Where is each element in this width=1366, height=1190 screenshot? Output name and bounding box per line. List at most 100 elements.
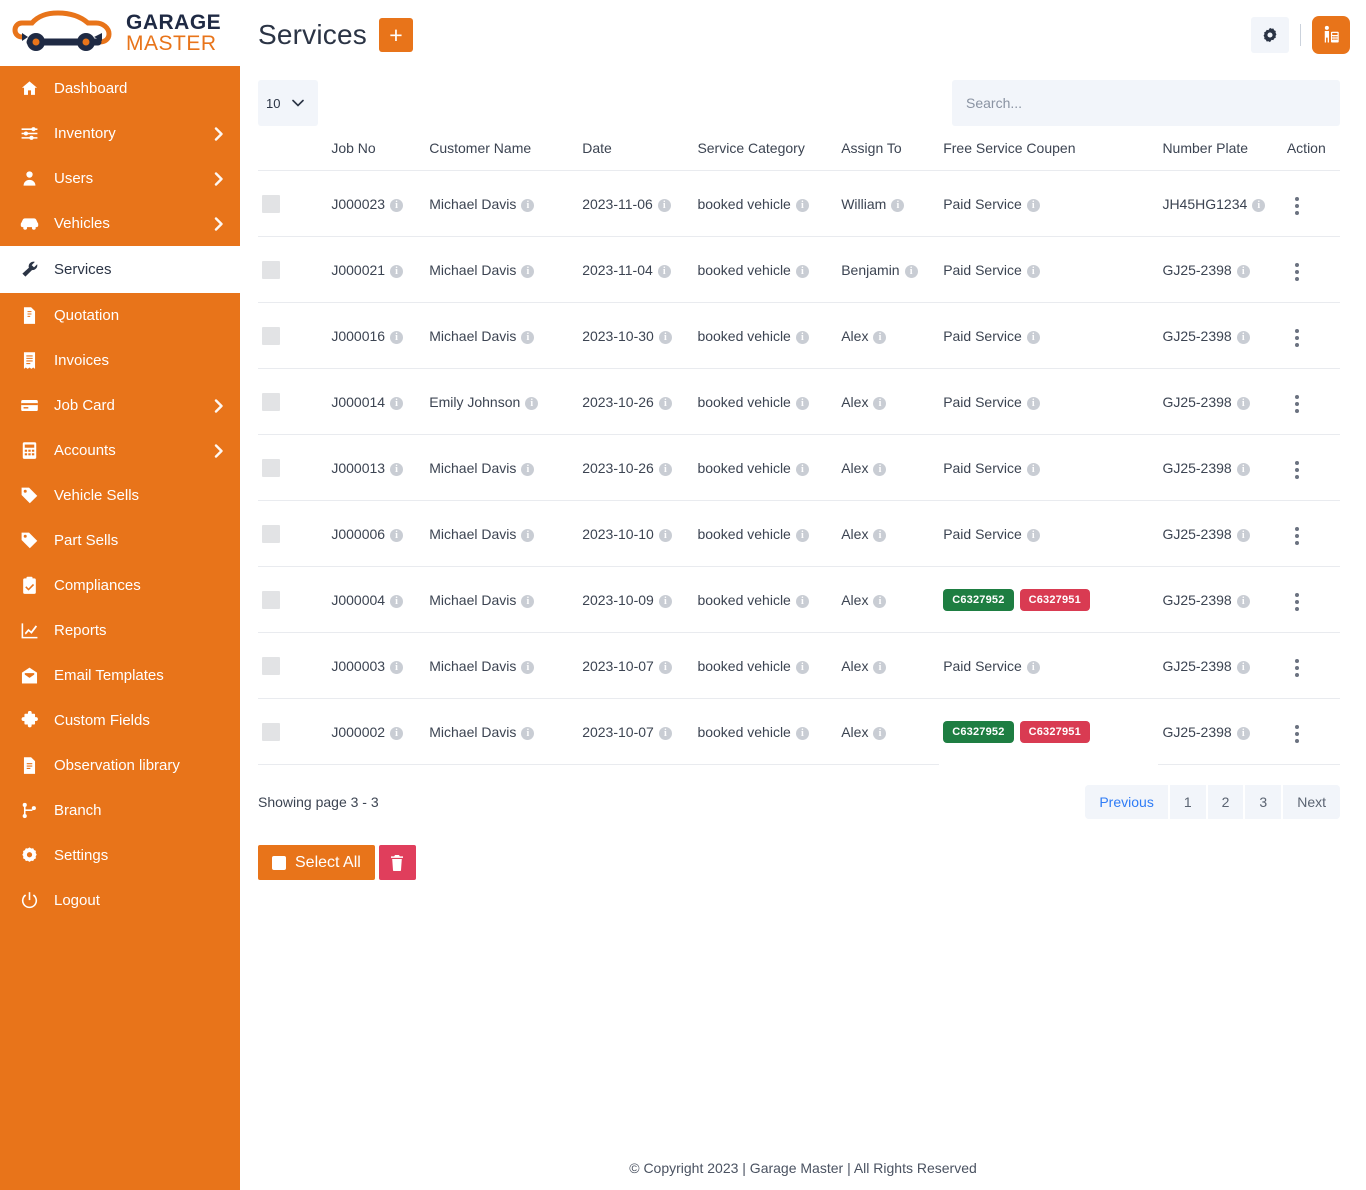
sidebar-item-part-sells[interactable]: Part Sells [0,518,240,563]
info-icon[interactable]: i [521,726,535,740]
info-icon[interactable]: i [1026,264,1040,278]
table-row[interactable]: J000004 i Michael Davis i 2023-10-09 i booked … [258,566,1340,633]
info-icon[interactable]: i [390,330,404,344]
sidebar-item-inventory[interactable]: Inventory [0,111,240,156]
info-icon[interactable]: i [873,726,887,740]
info-icon[interactable]: i [658,396,672,410]
info-icon[interactable]: i [873,660,887,674]
add-service-button[interactable]: + [378,18,413,52]
pagination-previous[interactable]: Previous [1085,785,1168,819]
info-icon[interactable]: i [390,528,404,542]
info-icon[interactable]: i [390,594,404,608]
row-actions-button[interactable] [1287,391,1307,417]
sidebar-item-reports[interactable]: Reports [0,608,240,653]
info-icon[interactable]: i [1236,726,1250,740]
row-checkbox[interactable] [262,656,280,675]
sidebar-item-vehicles[interactable]: Vehicles [0,201,240,246]
info-icon[interactable]: i [1252,198,1266,212]
info-icon[interactable]: i [390,462,404,476]
table-row[interactable]: J000023 i Michael Davis i 2023-11-06 i booked … [258,170,1340,237]
sidebar-item-vehicle-sells[interactable]: Vehicle Sells [0,473,240,518]
info-icon[interactable]: i [1236,462,1250,476]
row-actions-button[interactable] [1287,655,1307,681]
row-actions-button[interactable] [1287,193,1307,219]
sidebar-item-invoices[interactable]: Invoices [0,338,240,383]
info-icon[interactable]: i [1236,330,1250,344]
info-icon[interactable]: i [873,528,887,542]
info-icon[interactable]: i [795,264,809,278]
info-icon[interactable]: i [1026,396,1040,410]
brand-logo[interactable]: GARAGE MASTER [0,0,240,66]
info-icon[interactable]: i [658,528,672,542]
sidebar-item-email-templates[interactable]: Email Templates [0,653,240,698]
info-icon[interactable]: i [390,396,404,410]
select-all-checkbox[interactable] [272,855,286,870]
info-icon[interactable]: i [1026,660,1040,674]
info-icon[interactable]: i [1026,198,1040,212]
table-row[interactable]: J000003 i Michael Davis i 2023-10-07 i booked … [258,632,1340,699]
col-assign-to[interactable]: Assign To [837,134,940,171]
table-row[interactable]: J000014 i Emily Johnson i 2023-10-26 i booked … [258,368,1340,435]
row-actions-button[interactable] [1287,259,1307,285]
table-row[interactable]: J000021 i Michael Davis i 2023-11-04 i booked … [258,236,1340,303]
row-actions-button[interactable] [1287,721,1307,747]
sidebar-item-accounts[interactable]: Accounts [0,428,240,473]
info-icon[interactable]: i [873,462,887,476]
pagination-page-2[interactable]: 2 [1205,785,1244,819]
info-icon[interactable]: i [795,528,809,542]
pagination-page-1[interactable]: 1 [1167,785,1206,819]
col-date[interactable]: Date [578,134,694,171]
info-icon[interactable]: i [795,660,809,674]
info-icon[interactable]: i [657,264,671,278]
coupon-badge[interactable]: C6327952 [943,720,1014,743]
info-icon[interactable]: i [873,594,887,608]
info-icon[interactable]: i [658,660,672,674]
info-icon[interactable]: i [390,264,404,278]
sidebar-item-quotation[interactable]: Quotation [0,293,240,338]
row-checkbox[interactable] [262,260,280,279]
pagination-page-3[interactable]: 3 [1243,785,1282,819]
row-checkbox[interactable] [262,590,280,609]
info-icon[interactable]: i [1026,330,1040,344]
sidebar-item-branch[interactable]: Branch [0,788,240,833]
coupon-badge[interactable]: C6327952 [943,588,1014,611]
info-icon[interactable]: i [521,462,535,476]
info-icon[interactable]: i [521,330,535,344]
info-icon[interactable]: i [521,264,535,278]
coupon-badge[interactable]: C6327951 [1019,720,1090,743]
info-icon[interactable]: i [658,330,672,344]
col-service-category[interactable]: Service Category [693,134,838,171]
page-length-select[interactable]: 10 [258,80,318,126]
info-icon[interactable]: i [1236,396,1250,410]
info-icon[interactable]: i [658,726,672,740]
info-icon[interactable]: i [795,396,809,410]
info-icon[interactable]: i [521,198,535,212]
row-checkbox[interactable] [262,326,280,345]
sidebar-item-compliances[interactable]: Compliances [0,563,240,608]
profile-button[interactable] [1312,16,1350,54]
info-icon[interactable]: i [657,198,671,212]
table-row[interactable]: J000016 i Michael Davis i 2023-10-30 i booked … [258,302,1340,369]
info-icon[interactable]: i [521,594,535,608]
info-icon[interactable]: i [795,594,809,608]
info-icon[interactable]: i [1236,660,1250,674]
info-icon[interactable]: i [1026,462,1040,476]
row-actions-button[interactable] [1287,457,1307,483]
coupon-badge[interactable]: C6327951 [1019,588,1090,611]
info-icon[interactable]: i [1236,594,1250,608]
info-icon[interactable]: i [390,726,404,740]
sidebar-item-services[interactable]: Services [0,246,240,293]
row-checkbox[interactable] [262,722,280,741]
settings-button[interactable] [1251,17,1289,53]
info-icon[interactable]: i [1026,528,1040,542]
table-row[interactable]: J000006 i Michael Davis i 2023-10-10 i booked … [258,500,1340,567]
sidebar-item-observation-library[interactable]: Observation library [0,743,240,788]
sidebar-item-job-card[interactable]: Job Card [0,383,240,428]
row-actions-button[interactable] [1287,589,1307,615]
info-icon[interactable]: i [390,198,404,212]
info-icon[interactable]: i [795,198,809,212]
col-job-no[interactable]: Job No [327,134,426,171]
info-icon[interactable]: i [795,726,809,740]
row-actions-button[interactable] [1287,325,1307,351]
row-checkbox[interactable] [262,458,280,477]
